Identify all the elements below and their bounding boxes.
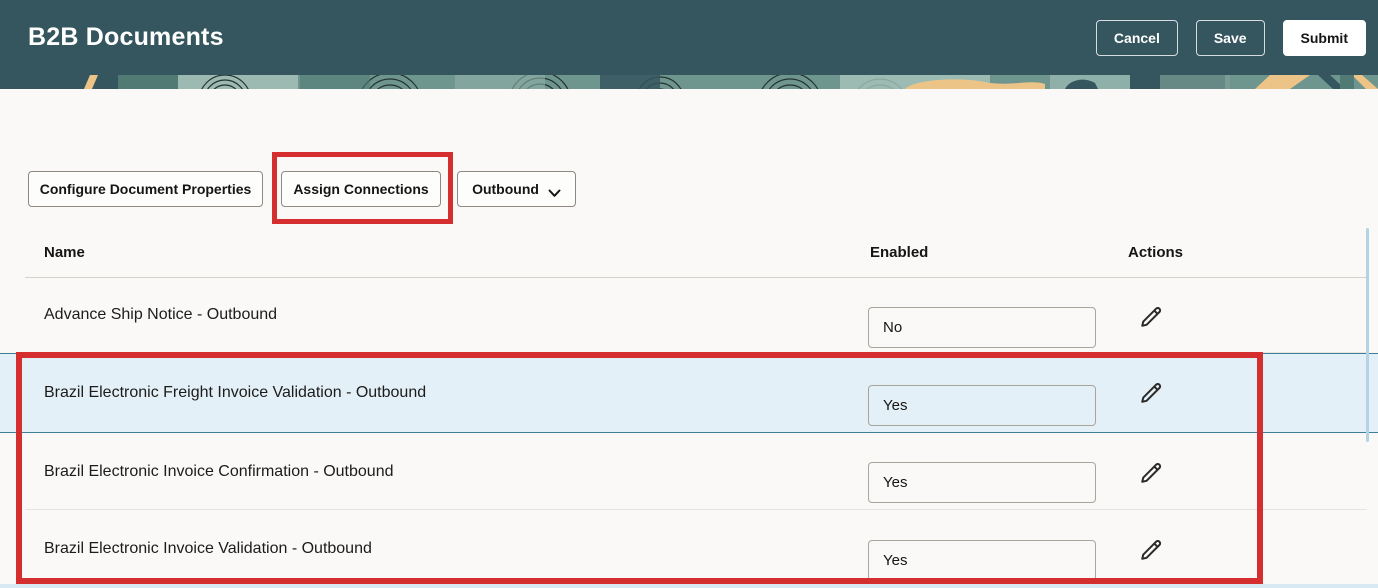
direction-dropdown[interactable]: Outbound — [457, 171, 576, 207]
assign-connections-button[interactable]: Assign Connections — [281, 171, 441, 207]
vertical-scrollbar[interactable] — [1366, 228, 1369, 442]
table-row[interactable]: Brazil Electronic Invoice Confirmation -… — [0, 433, 1378, 510]
save-button[interactable]: Save — [1195, 19, 1265, 56]
edit-pencil-icon[interactable] — [1137, 459, 1165, 487]
document-name: Brazil Electronic Freight Invoice Valida… — [44, 384, 427, 401]
column-header-name: Name — [44, 244, 85, 261]
direction-dropdown-value: Outbound — [472, 181, 539, 197]
cancel-button[interactable]: Cancel — [1095, 19, 1178, 56]
enabled-field[interactable] — [868, 540, 1096, 581]
submit-button[interactable]: Submit — [1282, 19, 1366, 56]
edit-pencil-icon[interactable] — [1137, 379, 1165, 407]
table-row-selected[interactable]: Brazil Electronic Freight Invoice Valida… — [0, 353, 1378, 433]
bottom-edge-strip — [0, 584, 1378, 588]
decorative-banner — [0, 75, 1378, 89]
enabled-field[interactable] — [868, 462, 1096, 503]
b2b-documents-page: B2B Documents Cancel Save Submit Configu… — [0, 0, 1378, 588]
column-header-actions: Actions — [1128, 244, 1184, 261]
enabled-field[interactable] — [868, 307, 1096, 348]
chevron-down-icon — [548, 185, 561, 197]
enabled-field[interactable] — [868, 385, 1096, 426]
document-name: Advance Ship Notice - Outbound — [44, 306, 278, 323]
document-name: Brazil Electronic Invoice Validation - O… — [44, 540, 372, 557]
document-name: Brazil Electronic Invoice Confirmation -… — [44, 462, 394, 480]
banner-art-graphic — [0, 75, 1378, 89]
page-title: B2B Documents — [28, 23, 224, 51]
edit-pencil-icon[interactable] — [1137, 303, 1165, 331]
column-header-enabled: Enabled — [870, 244, 929, 261]
table-row[interactable]: Brazil Electronic Invoice Validation - O… — [0, 510, 1378, 588]
edit-pencil-icon[interactable] — [1137, 536, 1165, 564]
table-row[interactable]: Advance Ship Notice - Outbound — [0, 277, 1378, 353]
page-header: B2B Documents Cancel Save Submit — [0, 0, 1378, 75]
configure-document-properties-button[interactable]: Configure Document Properties — [28, 171, 263, 207]
